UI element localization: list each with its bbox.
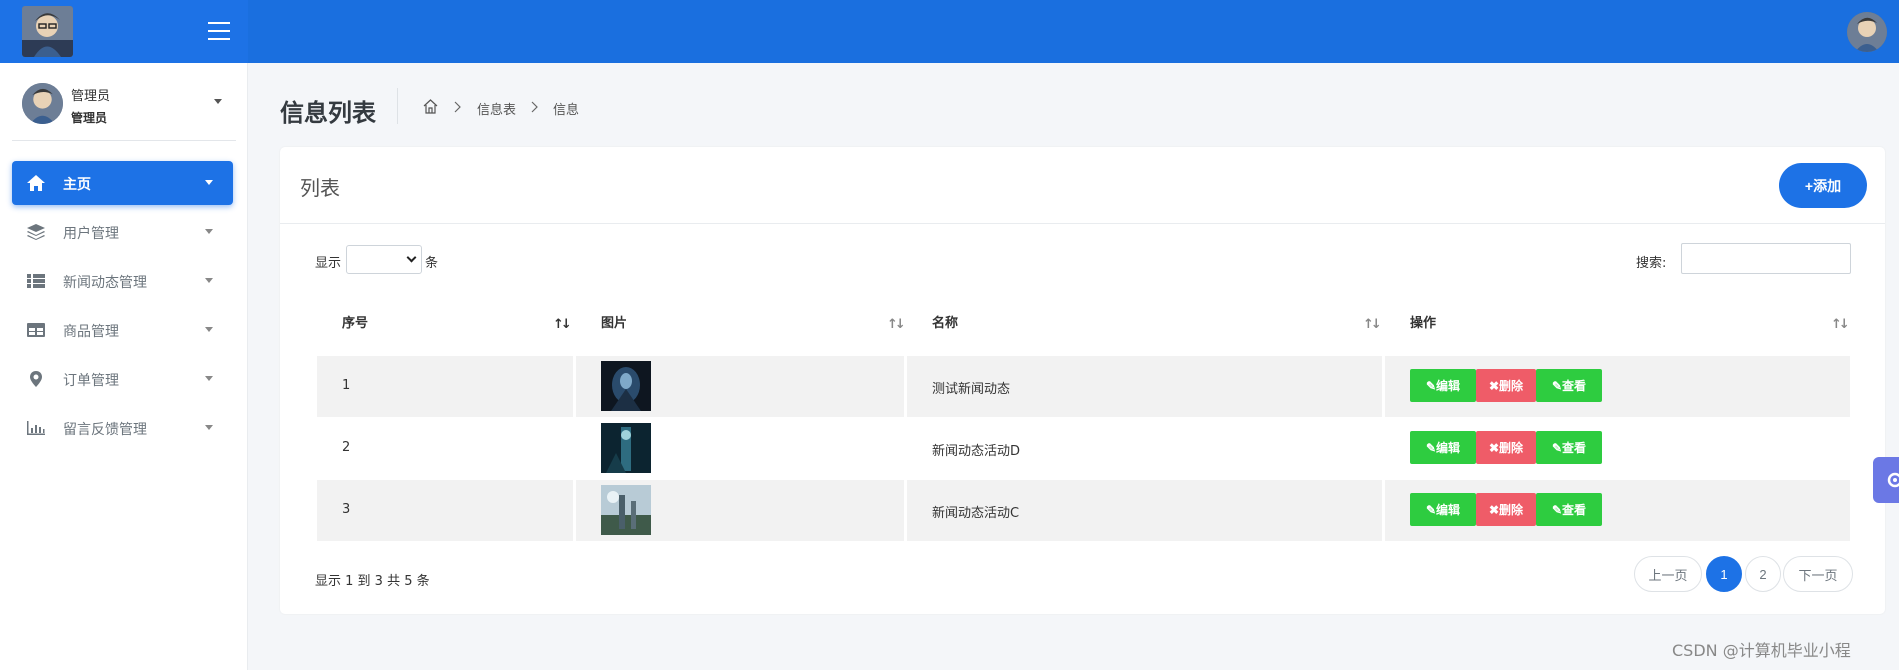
avatar[interactable] — [1847, 12, 1887, 52]
chevron-right-icon — [454, 101, 461, 113]
row-index: 2 — [342, 440, 351, 455]
divider — [280, 223, 1885, 224]
sidebar-item-label: 主页 — [63, 177, 91, 193]
list-icon — [27, 274, 45, 288]
edit-button[interactable]: ✎ 编辑 — [1410, 369, 1476, 402]
chevron-right-icon — [531, 101, 538, 113]
sidebar-item-feedback[interactable]: 留言反馈管理 — [12, 406, 233, 450]
sidebar-item-home[interactable]: 主页 — [12, 161, 233, 205]
page-title: 信息列表 — [280, 99, 376, 127]
sidebar-item-label: 留言反馈管理 — [63, 422, 147, 438]
row-name: 新闻动态活动D — [932, 444, 1021, 459]
chevron-down-icon — [205, 180, 213, 185]
home-icon[interactable] — [422, 98, 439, 115]
breadcrumb-item[interactable]: 信息表 — [477, 99, 516, 118]
thumbnail-image — [601, 423, 651, 473]
chevron-down-icon — [205, 229, 213, 234]
view-button[interactable]: ✎ 查看 — [1536, 431, 1602, 464]
thumbnail-image — [601, 485, 651, 535]
layers-icon — [27, 224, 45, 240]
sidebar-item-orders[interactable]: 订单管理 — [12, 357, 233, 401]
edit-button[interactable]: ✎ 编辑 — [1410, 431, 1476, 464]
delete-button[interactable]: ✖ 删除 — [1476, 493, 1536, 526]
row-name: 测试新闻动态 — [932, 382, 1011, 397]
card-title: 列表 — [300, 176, 340, 200]
add-button[interactable]: +添加 — [1779, 163, 1867, 208]
divider — [397, 88, 398, 124]
chevron-down-icon — [406, 252, 417, 263]
sidebar-item-label: 商品管理 — [63, 324, 119, 340]
sidebar-item-products[interactable]: 商品管理 — [12, 308, 233, 352]
table-row: 1 测试新闻动态 ✎ 编辑 ✖ 删除 ✎ 查看 — [317, 356, 1850, 417]
logo — [22, 6, 73, 57]
avatar — [22, 83, 63, 124]
delete-button[interactable]: ✖ 删除 — [1476, 369, 1536, 402]
table-icon — [27, 323, 45, 337]
chevron-down-icon — [205, 278, 213, 283]
length-unit: 条 — [425, 256, 439, 271]
column-header-actions[interactable]: 操作 ↑↓ — [1385, 297, 1850, 353]
watermark-text: CSDN @计算机毕业小程 — [1672, 641, 1851, 660]
gear-icon — [1887, 472, 1899, 488]
list-card: 列表 +添加 显示 条 搜索: 序号 ↑↓ 图片 ↑↓ 名称 ↑↓ 操作 ↑↓ … — [280, 147, 1885, 614]
table-row: 2 新闻动态活动D ✎ 编辑 ✖ 删除 ✎ 查看 — [317, 418, 1850, 479]
map-pin-icon — [30, 371, 42, 387]
sort-icon[interactable]: ↑↓ — [1363, 317, 1382, 332]
sort-icon[interactable]: ↑↓ — [1831, 317, 1850, 332]
chevron-down-icon[interactable] — [214, 99, 222, 104]
chevron-down-icon — [205, 376, 213, 381]
sidebar-item-news[interactable]: 新闻动态管理 — [12, 259, 233, 303]
sidebar-item-label: 新闻动态管理 — [63, 275, 147, 291]
user-name: 管理员 — [71, 89, 111, 104]
edit-button[interactable]: ✎ 编辑 — [1410, 493, 1476, 526]
chevron-down-icon — [205, 327, 213, 332]
bar-chart-icon — [27, 421, 45, 435]
view-button[interactable]: ✎ 查看 — [1536, 369, 1602, 402]
prev-page-button[interactable]: 上一页 — [1634, 556, 1702, 592]
column-header-index[interactable]: 序号 ↑↓ — [317, 297, 573, 353]
column-header-name[interactable]: 名称 ↑↓ — [907, 297, 1382, 353]
sidebar-item-label: 订单管理 — [63, 373, 119, 389]
page-length-select[interactable] — [346, 245, 422, 274]
user-panel[interactable]: 管理员 管理员 — [0, 63, 248, 141]
view-button[interactable]: ✎ 查看 — [1536, 493, 1602, 526]
next-page-button[interactable]: 下一页 — [1783, 556, 1853, 592]
top-navbar — [0, 0, 1899, 63]
table-row: 3 新闻动态活动C ✎ 编辑 ✖ 删除 ✎ 查看 — [317, 480, 1850, 541]
brand-area — [0, 0, 248, 63]
breadcrumb-item: 信息 — [553, 103, 580, 118]
length-label: 显示 — [315, 256, 342, 271]
delete-button[interactable]: ✖ 删除 — [1476, 431, 1536, 464]
chevron-down-icon — [205, 425, 213, 430]
search-label: 搜索: — [1636, 256, 1667, 271]
search-input[interactable] — [1681, 243, 1851, 274]
row-index: 3 — [342, 502, 351, 517]
menu-toggle-icon[interactable] — [208, 22, 230, 40]
page-button-2[interactable]: 2 — [1745, 556, 1781, 592]
sort-icon[interactable]: ↑↓ — [553, 317, 572, 332]
divider — [12, 140, 236, 141]
sidebar: 管理员 管理员 主页 用户管理 新闻动态管理 商品管理 订单管理 留言反馈管理 — [0, 63, 248, 670]
sort-icon[interactable]: ↑↓ — [887, 317, 906, 332]
table-info: 显示 1 到 3 共 5 条 — [315, 574, 430, 589]
thumbnail-image — [601, 361, 651, 411]
row-name: 新闻动态活动C — [932, 506, 1020, 521]
column-header-image[interactable]: 图片 ↑↓ — [576, 297, 906, 353]
sidebar-item-label: 用户管理 — [63, 226, 119, 242]
sidebar-item-users[interactable]: 用户管理 — [12, 210, 233, 254]
page-button-1[interactable]: 1 — [1706, 556, 1742, 592]
row-index: 1 — [342, 378, 351, 393]
home-icon — [27, 175, 45, 191]
settings-tab[interactable] — [1873, 457, 1899, 503]
user-role: 管理员 — [71, 111, 108, 125]
